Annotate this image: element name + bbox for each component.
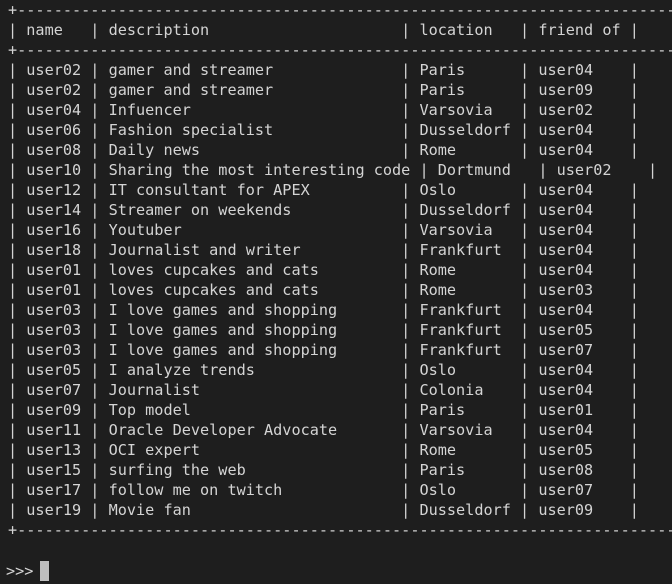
table-row: | user18 | Journalist and writer | Frank… [8,241,639,259]
table-row: | user14 | Streamer on weekends | Dussel… [8,201,639,219]
table-row: | user03 | I love games and shopping | F… [8,301,639,319]
table-row: | user09 | Top model | Paris | user01 | [8,401,639,419]
table-row: | user03 | I love games and shopping | F… [8,321,639,339]
table-header-row: | name | description | location | friend… [8,21,639,39]
table-row: | user13 | OCI expert | Rome | user05 | [8,441,639,459]
table-row: | user17 | follow me on twitch | Oslo | … [8,481,639,499]
table-row: | user08 | Daily news | Rome | user04 | [8,141,639,159]
table-row: | user06 | Fashion specialist | Dusseldo… [8,121,639,139]
table-row: | user19 | Movie fan | Dusseldorf | user… [8,501,639,519]
table-row: | user05 | I analyze trends | Oslo | use… [8,361,639,379]
table-row: | user15 | surfing the web | Paris | use… [8,461,639,479]
table-row: | user02 | gamer and streamer | Paris | … [8,81,639,99]
table-row: | user07 | Journalist | Colonia | user04… [8,381,639,399]
table-row: | user11 | Oracle Developer Advocate | V… [8,421,639,439]
table-row: | user16 | Youtuber | Varsovia | user04 … [8,221,639,239]
prompt-symbol: >>> [6,562,34,580]
table-row: | user03 | I love games and shopping | F… [8,341,639,359]
table-row: | user02 | gamer and streamer | Paris | … [8,61,639,79]
table-row: | user01 | loves cupcakes and cats | Rom… [8,261,639,279]
table-row: | user01 | loves cupcakes and cats | Rom… [8,281,639,299]
text-cursor [40,561,50,581]
table-row: | user04 | Infuencer | Varsovia | user02… [8,101,639,119]
table-header-separator: +---------------------------------------… [8,41,672,59]
table-row: | user12 | IT consultant for APEX | Oslo… [8,181,639,199]
table-border-top: +---------------------------------------… [8,1,672,19]
command-prompt[interactable]: >>> [6,561,50,581]
table-border-bottom: +---------------------------------------… [8,521,672,539]
table-row: | user10 | Sharing the most interesting … [8,161,658,179]
terminal-output[interactable]: +---------------------------------------… [0,0,672,584]
